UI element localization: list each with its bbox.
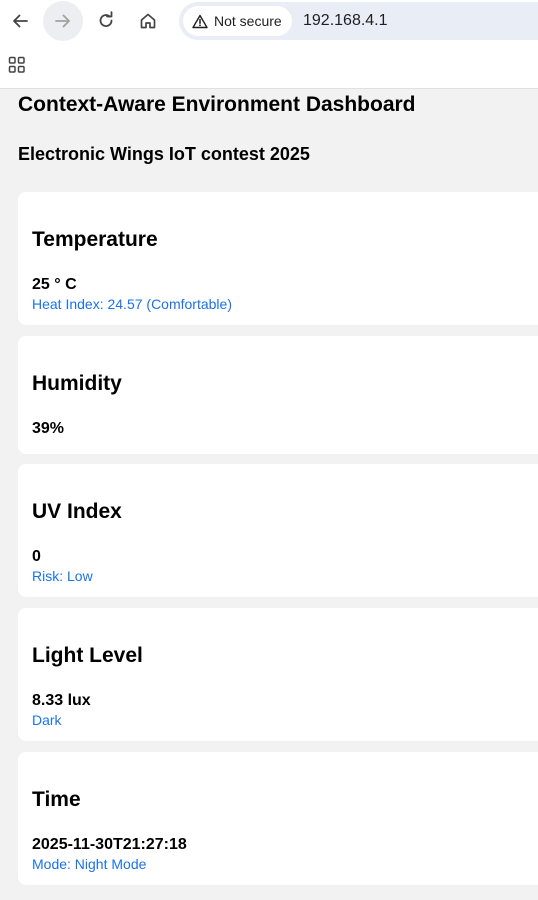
temperature-card: Temperature 25 ° C Heat Index: 24.57 (Co… — [18, 192, 538, 325]
bookmarks-bar — [0, 42, 538, 89]
light-status-text: Dark — [32, 712, 62, 728]
uv-index-card: UV Index 0 Risk: Low — [18, 464, 538, 597]
humidity-card: Humidity 39% — [18, 336, 538, 454]
light-level-card: Light Level 8.33 lux Dark — [18, 608, 538, 741]
page-title: Context-Aware Environment Dashboard — [18, 93, 416, 116]
uv-index-value: 0 — [32, 548, 41, 565]
time-card: Time 2025-11-30T21:27:18 Mode: Night Mod… — [18, 752, 538, 885]
temperature-title: Temperature — [32, 228, 158, 251]
light-level-value: 8.33 lux — [32, 692, 91, 709]
home-icon — [140, 13, 156, 29]
light-level-title: Light Level — [32, 644, 143, 667]
page-subtitle: Electronic Wings IoT contest 2025 — [18, 144, 310, 164]
reload-button[interactable] — [86, 1, 126, 41]
security-label: Not secure — [214, 13, 282, 29]
reload-icon — [99, 11, 113, 27]
back-arrow-icon — [13, 14, 28, 28]
browser-toolbar: Not secure 192.168.4.1 — [0, 0, 538, 42]
forward-arrow-icon — [55, 14, 70, 28]
uv-risk-text: Risk: Low — [32, 568, 93, 584]
time-title: Time — [32, 788, 81, 811]
security-chip[interactable]: Not secure — [183, 6, 292, 36]
temperature-value: 25 ° C — [32, 276, 77, 293]
address-bar[interactable]: Not secure 192.168.4.1 — [179, 2, 538, 40]
warning-icon — [192, 14, 208, 28]
forward-button[interactable] — [43, 1, 83, 41]
apps-grid-icon[interactable] — [8, 56, 26, 74]
humidity-title: Humidity — [32, 372, 122, 395]
dashboard-page: Context-Aware Environment Dashboard Elec… — [0, 89, 538, 900]
home-button[interactable] — [128, 1, 168, 41]
uv-index-title: UV Index — [32, 500, 122, 523]
humidity-value: 39% — [32, 420, 65, 437]
time-value: 2025-11-30T21:27:18 — [32, 836, 187, 853]
back-button[interactable] — [0, 1, 40, 41]
url-text[interactable]: 192.168.4.1 — [303, 12, 388, 30]
heat-index-text: Heat Index: 24.57 (Comfortable) — [32, 296, 232, 312]
mode-text: Mode: Night Mode — [32, 856, 147, 872]
